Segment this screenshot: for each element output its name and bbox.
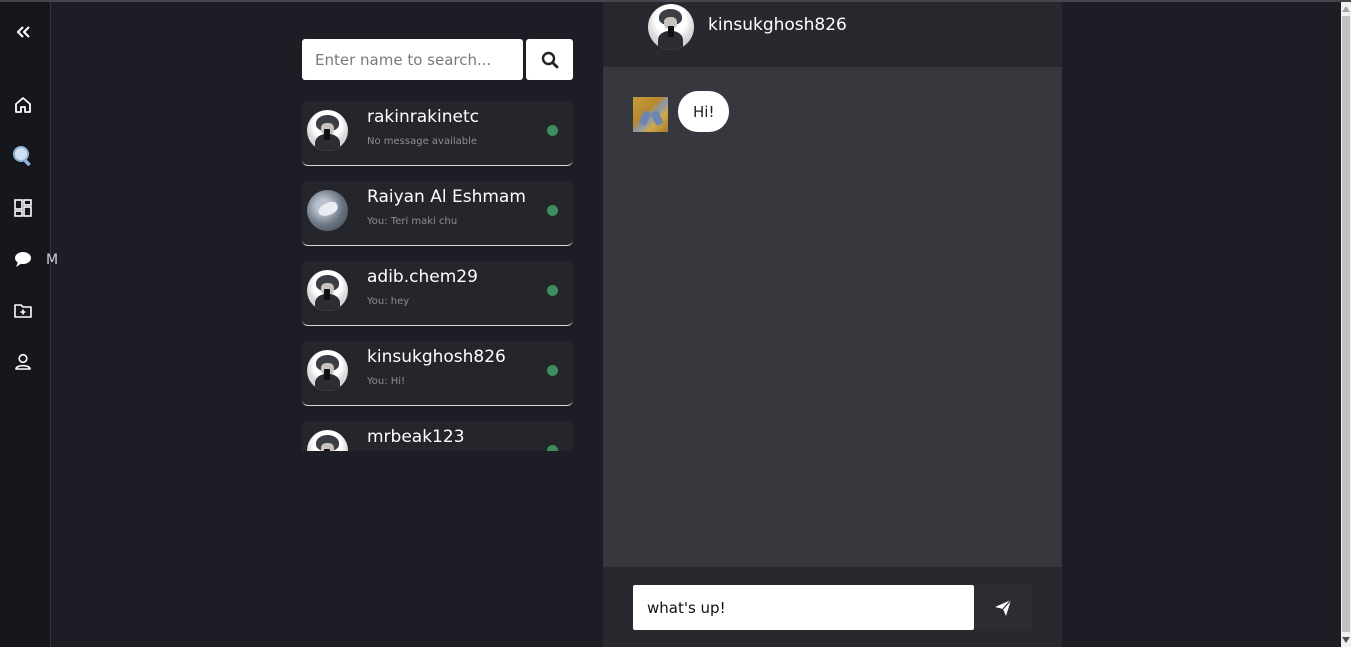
chat-panel: kinsukghosh826 Hi!: [603, 2, 1062, 647]
online-status-dot: [547, 285, 558, 296]
scrollbar-thumb[interactable]: [1342, 16, 1350, 632]
chat-header-name: kinsukghosh826: [708, 15, 847, 35]
conversation-last-message: No message available: [367, 136, 478, 147]
user-icon[interactable]: [11, 350, 35, 374]
add-folder-icon[interactable]: [11, 299, 35, 323]
message-bubble: Hi!: [678, 91, 730, 132]
scroll-down-arrow-icon[interactable]: [1342, 635, 1350, 645]
avatar: [307, 270, 348, 311]
conversation-name: mrbeak123: [367, 427, 465, 447]
avatar: [307, 350, 348, 391]
conversation-last-message: You: hey: [367, 296, 410, 307]
conversation-list: rakinrakinetc No message available Raiya…: [302, 101, 573, 451]
conversation-name: kinsukghosh826: [367, 347, 506, 367]
conversation-item[interactable]: Raiyan Al Eshmam You: Teri maki chu: [302, 181, 573, 246]
search-input[interactable]: [302, 39, 523, 80]
conversation-name: adib.chem29: [367, 267, 478, 287]
message-input[interactable]: [633, 585, 974, 630]
message-avatar: [633, 97, 668, 132]
page-scrollbar[interactable]: [1341, 2, 1351, 647]
send-button[interactable]: [974, 585, 1032, 630]
sidebar-peek-label: M: [46, 252, 59, 268]
dashboard-icon[interactable]: [11, 196, 35, 220]
conversation-name: Raiyan Al Eshmam: [367, 187, 526, 207]
conversation-last-message: You: Hi!: [367, 376, 406, 387]
avatar: [307, 430, 348, 451]
online-status-dot: [547, 125, 558, 136]
home-icon[interactable]: [11, 93, 35, 117]
app-window: M rakinrakinetc No message available Rai…: [0, 0, 1351, 647]
send-icon: [995, 599, 1012, 616]
conversation-last-message: You: Teri maki chu: [367, 216, 458, 227]
search-button[interactable]: [526, 39, 573, 80]
conversation-item[interactable]: kinsukghosh826 You: Hi!: [302, 341, 573, 406]
scroll-up-arrow-icon[interactable]: [1342, 4, 1350, 14]
online-status-dot: [547, 365, 558, 376]
sidebar: M: [0, 2, 58, 647]
conversation-name: rakinrakinetc: [367, 107, 479, 127]
conversation-item[interactable]: adib.chem29 You: hey: [302, 261, 573, 326]
online-status-dot: [547, 445, 558, 451]
avatar: [307, 190, 348, 231]
chat-header-avatar: [648, 4, 694, 50]
avatar: [307, 110, 348, 151]
conversation-item[interactable]: mrbeak123: [302, 421, 573, 451]
conversation-item[interactable]: rakinrakinetc No message available: [302, 101, 573, 166]
collapse-sidebar-icon[interactable]: [11, 20, 35, 44]
search-icon: [541, 51, 558, 68]
chat-icon[interactable]: [11, 247, 35, 271]
online-status-dot: [547, 205, 558, 216]
chat-footer: [603, 567, 1062, 647]
chat-header: kinsukghosh826: [603, 2, 1062, 67]
search-icon[interactable]: [11, 144, 35, 168]
